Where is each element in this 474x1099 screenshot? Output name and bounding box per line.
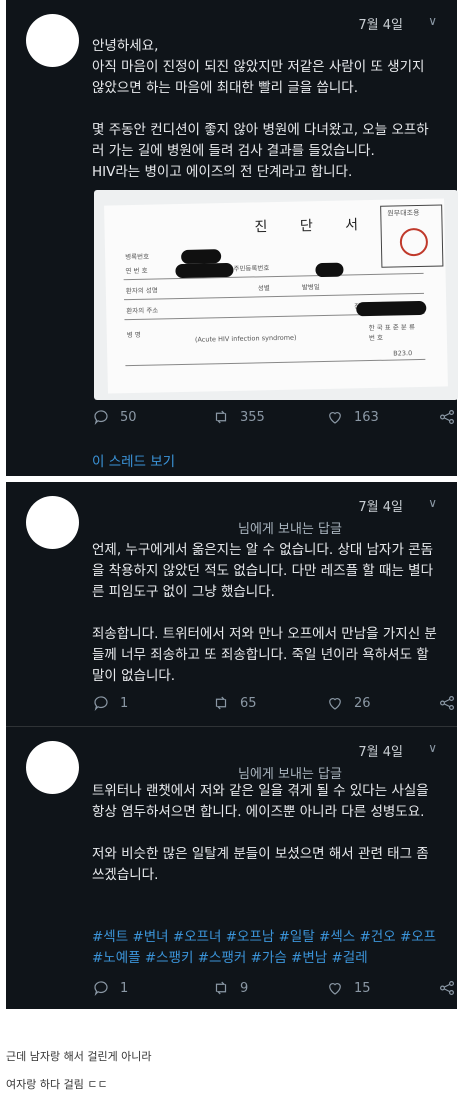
- avatar[interactable]: [26, 14, 79, 67]
- retweet-icon: [215, 696, 227, 710]
- like-icon: [329, 412, 341, 424]
- avatar[interactable]: [26, 496, 79, 549]
- retweet-button[interactable]: 9: [212, 979, 248, 997]
- reply-count: 1: [120, 980, 129, 996]
- share-icon: [440, 696, 454, 710]
- retweet-icon: [215, 981, 227, 995]
- chevron-down-icon[interactable]: ∨: [428, 14, 437, 28]
- reply-count: 50: [120, 409, 137, 425]
- official-stamp-box: 원무대조용: [380, 204, 444, 268]
- replying-to-label: 님에게 보내는 답글: [238, 522, 342, 537]
- share-button[interactable]: [438, 979, 456, 997]
- like-count: 26: [354, 695, 371, 711]
- share-button[interactable]: [438, 694, 456, 712]
- tweet-text: 트위터나 랜챗에서 저와 같은 일을 겪게 될 수 있다는 사실을 항상 염두하…: [92, 783, 429, 883]
- replying-to-label: 님에게 보내는 답글: [238, 767, 342, 782]
- like-button[interactable]: 26: [326, 694, 371, 712]
- retweet-count: 65: [240, 695, 257, 711]
- like-icon: [329, 983, 341, 995]
- like-icon: [329, 698, 341, 710]
- retweet-button[interactable]: 355: [212, 408, 265, 426]
- hashtags[interactable]: #섹트 #변녀 #오프녀 #오프남 #일탈 #섹스 #건오 #오프 #노예플 #…: [92, 927, 439, 969]
- reply-button[interactable]: 1: [92, 694, 128, 712]
- tweet-2: 7월 4일 ∨ 님에게 보내는 답글 언제, 누구에게서 옮은지는 알 수 없습…: [6, 482, 457, 726]
- diagnosis-document: 진 단 서 원무대조용 병록번호 연 번 호 주민등록번호 환자의 성명 성별 …: [104, 198, 448, 394]
- document-title: 진 단 서: [254, 216, 373, 236]
- tweet-date[interactable]: 7월 4일: [358, 496, 403, 515]
- chevron-down-icon[interactable]: ∨: [428, 741, 437, 755]
- retweet-count: 355: [240, 409, 265, 425]
- like-button[interactable]: 163: [326, 408, 379, 426]
- like-count: 15: [354, 980, 371, 996]
- tweet-date[interactable]: 7월 4일: [358, 741, 403, 760]
- tweet-1: 7월 4일 ∨ 안녕하세요, 아직 마음이 진정이 되진 않았지만 저같은 사람…: [6, 0, 458, 476]
- reply-icon: [94, 696, 108, 711]
- reply-button[interactable]: 50: [92, 408, 137, 426]
- tweet-actions: 1 65 26: [92, 694, 454, 714]
- tweet-3: 7월 4일 ∨ 님에게 보내는 답글 트위터나 랜챗에서 저와 같은 일을 겪게…: [6, 726, 457, 1009]
- share-button[interactable]: [438, 408, 456, 426]
- like-count: 163: [354, 409, 379, 425]
- tweet-text: 언제, 누구에게서 옮은지는 알 수 없습니다. 상대 남자가 콘돔을 착용하지…: [92, 542, 437, 684]
- chevron-down-icon[interactable]: ∨: [428, 496, 437, 510]
- share-icon: [440, 981, 454, 995]
- tweet-actions: 50 355 163: [92, 408, 454, 428]
- like-button[interactable]: 15: [326, 979, 371, 997]
- reply-icon: [94, 981, 108, 996]
- show-thread-link[interactable]: 이 스레드 보기: [92, 450, 175, 470]
- retweet-button[interactable]: 65: [212, 694, 257, 712]
- tweet-date[interactable]: 7월 4일: [358, 14, 403, 33]
- share-icon: [440, 410, 454, 424]
- caption-line-2: 여자랑 하다 걸림 ㄷㄷ: [6, 1078, 108, 1091]
- retweet-icon: [215, 410, 227, 424]
- reply-button[interactable]: 1: [92, 979, 128, 997]
- attached-photo[interactable]: 진 단 서 원무대조용 병록번호 연 번 호 주민등록번호 환자의 성명 성별 …: [94, 190, 458, 400]
- red-seal-icon: [399, 227, 429, 257]
- retweet-count: 9: [240, 980, 249, 996]
- tweet-text: 안녕하세요, 아직 마음이 진정이 되진 않았지만 저같은 사람이 또 생기지 …: [92, 38, 429, 180]
- caption-line-1: 근데 남자랑 해서 걸린게 아니라: [6, 1050, 152, 1063]
- tweet-actions: 1 9 15: [92, 979, 454, 999]
- avatar[interactable]: [26, 741, 79, 794]
- reply-icon: [94, 410, 108, 425]
- reply-count: 1: [120, 695, 129, 711]
